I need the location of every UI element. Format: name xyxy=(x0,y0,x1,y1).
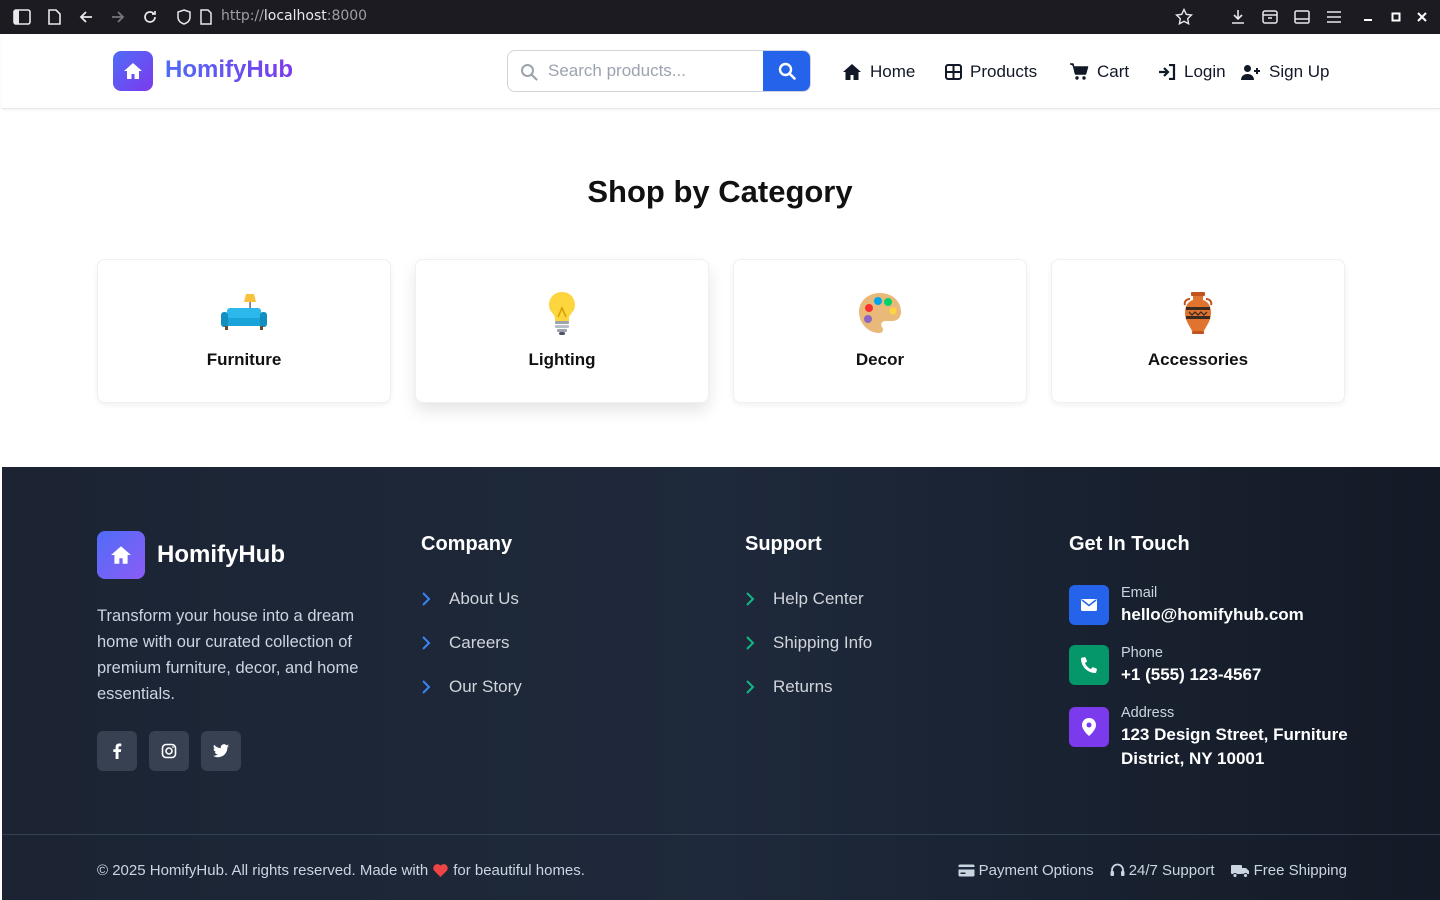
email-value[interactable]: hello@homifyhub.com xyxy=(1121,603,1361,627)
chevron-right-icon xyxy=(746,680,755,694)
category-label: Accessories xyxy=(1147,350,1249,369)
shield-icon[interactable] xyxy=(174,7,194,27)
search-icon xyxy=(521,64,538,81)
page-icon xyxy=(196,7,216,27)
cart-icon xyxy=(1070,63,1089,80)
nav-cart[interactable]: Cart xyxy=(1069,60,1129,84)
footer-heading-company: Company xyxy=(421,533,513,555)
map-pin-icon xyxy=(1069,707,1109,747)
brand-name[interactable]: HomifyHub xyxy=(165,56,293,84)
facebook-button[interactable] xyxy=(97,731,137,771)
footer-brand-name[interactable]: HomifyHub xyxy=(157,541,285,569)
copyright-text: © 2025 HomifyHub. All rights reserved. M… xyxy=(97,862,429,879)
support-link[interactable]: 24/7 Support xyxy=(1110,862,1215,879)
maximize-icon[interactable] xyxy=(1386,7,1406,27)
minimize-icon[interactable] xyxy=(1358,7,1378,27)
headset-icon xyxy=(1110,863,1125,876)
user-plus-icon xyxy=(1241,64,1260,80)
email-label: Email xyxy=(1121,585,1158,601)
nav-home-label: Home xyxy=(870,62,916,81)
category-label: Decor xyxy=(855,350,905,369)
back-icon[interactable] xyxy=(76,7,96,27)
nav-signup[interactable]: Sign Up xyxy=(1241,60,1329,84)
footer-logo-home-icon[interactable] xyxy=(97,531,145,579)
phone-icon xyxy=(1069,645,1109,685)
section-title: Shop by Category xyxy=(587,174,853,209)
grid-icon xyxy=(945,64,962,80)
menu-icon[interactable] xyxy=(1324,7,1344,27)
email-icon xyxy=(1069,585,1109,625)
nav-products[interactable]: Products xyxy=(945,60,1037,84)
twitter-icon xyxy=(213,744,229,758)
heart-icon xyxy=(433,864,448,877)
category-card-furniture[interactable]: Furniture xyxy=(97,259,391,403)
chevron-right-icon xyxy=(746,592,755,606)
copyright-text-end: for beautiful homes. xyxy=(453,862,585,879)
nav-login-label: Login xyxy=(1184,62,1226,81)
address-value: 123 Design Street, Furniture District, N… xyxy=(1121,725,1348,768)
sign-in-icon xyxy=(1159,64,1176,80)
reload-icon[interactable] xyxy=(140,7,160,27)
chevron-right-icon xyxy=(422,636,431,650)
chevron-right-icon xyxy=(746,636,755,650)
tab-icon[interactable] xyxy=(44,7,64,27)
chevron-right-icon xyxy=(422,592,431,606)
search-bar xyxy=(507,50,811,92)
sidebar-toggle-icon[interactable] xyxy=(12,7,32,27)
footer-heading-support: Support xyxy=(745,533,822,555)
category-label: Furniture xyxy=(206,350,282,369)
footer-bottom-links: Payment Options 24/7 Support Free Shippi… xyxy=(958,862,1347,879)
home-icon xyxy=(843,64,861,80)
amphora-icon xyxy=(1052,290,1344,336)
light-bulb-icon xyxy=(416,290,708,336)
close-icon[interactable] xyxy=(1412,7,1432,27)
category-label: Lighting xyxy=(528,350,596,369)
category-card-lighting[interactable]: Lighting xyxy=(415,259,709,403)
reader-view-icon[interactable] xyxy=(1292,7,1312,27)
artist-palette-icon xyxy=(734,290,1026,336)
nav-cart-label: Cart xyxy=(1097,62,1130,81)
search-icon xyxy=(778,62,796,80)
footer-heading-contact: Get In Touch xyxy=(1069,533,1190,555)
nav-products-label: Products xyxy=(970,62,1038,81)
footer-divider xyxy=(2,834,1440,835)
url-bar[interactable]: http://localhost:8000 xyxy=(221,8,367,24)
footer-description: Transform your house into a dream home w… xyxy=(97,607,359,703)
chevron-right-icon xyxy=(422,680,431,694)
credit-card-icon xyxy=(958,864,975,877)
instagram-icon xyxy=(161,743,177,759)
phone-label: Phone xyxy=(1121,645,1163,661)
search-button[interactable] xyxy=(763,51,810,91)
nav-home[interactable]: Home xyxy=(842,60,915,84)
browser-toolbar: http://localhost:8000 xyxy=(0,0,1440,34)
category-card-accessories[interactable]: Accessories xyxy=(1051,259,1345,403)
search-input[interactable] xyxy=(548,51,762,91)
container-icon[interactable] xyxy=(1260,7,1280,27)
bookmark-star-icon[interactable] xyxy=(1174,7,1194,27)
instagram-button[interactable] xyxy=(149,731,189,771)
free-shipping-link[interactable]: Free Shipping xyxy=(1230,862,1347,879)
truck-icon xyxy=(1230,864,1249,878)
site-header: HomifyHub Home Products Cart Login Sign … xyxy=(2,34,1440,109)
phone-value[interactable]: +1 (555) 123-4567 xyxy=(1121,663,1361,687)
logo-home-icon[interactable] xyxy=(113,51,153,91)
category-card-decor[interactable]: Decor xyxy=(733,259,1027,403)
nav-signup-label: Sign Up xyxy=(1269,62,1330,81)
twitter-button[interactable] xyxy=(201,731,241,771)
site-footer: HomifyHub Transform your house into a dr… xyxy=(2,467,1440,900)
nav-login[interactable]: Login xyxy=(1158,60,1226,84)
copyright: © 2025 HomifyHub. All rights reserved. M… xyxy=(97,862,585,879)
address-label: Address xyxy=(1121,705,1175,721)
forward-icon[interactable] xyxy=(108,7,128,27)
payment-options-link[interactable]: Payment Options xyxy=(958,862,1094,879)
downloads-icon[interactable] xyxy=(1228,7,1248,27)
couch-and-lamp-icon xyxy=(98,290,390,336)
facebook-icon xyxy=(113,743,122,759)
